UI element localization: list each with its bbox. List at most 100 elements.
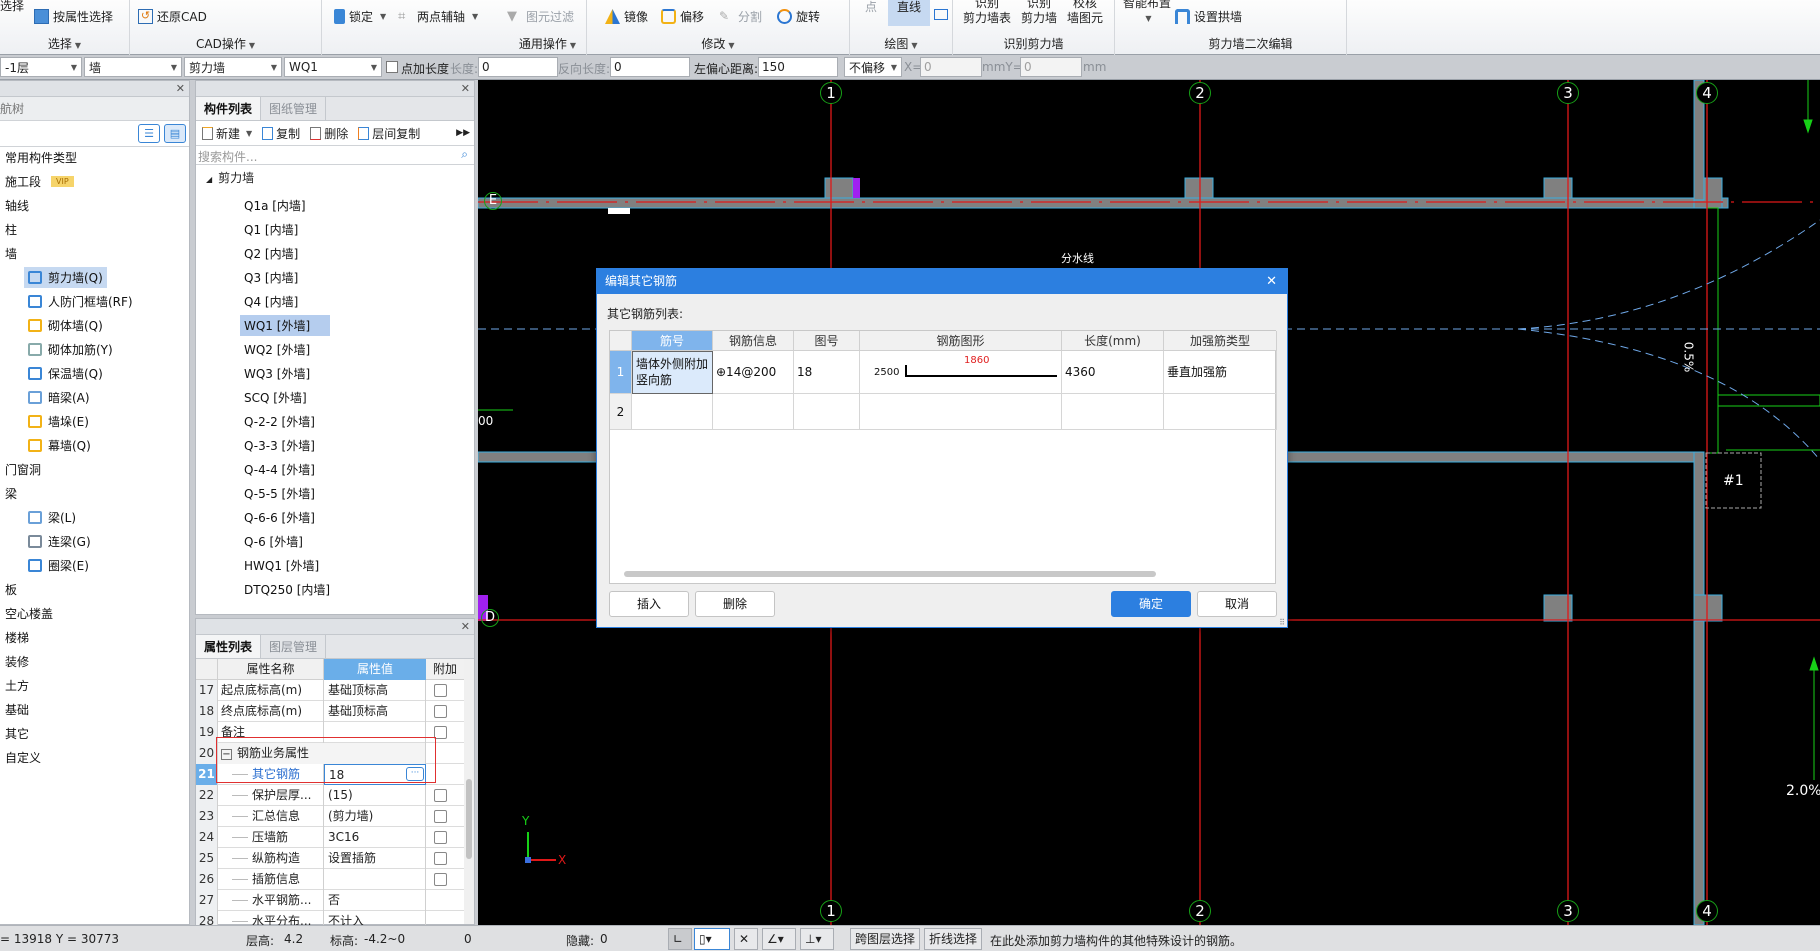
component-item[interactable]: Q1a [内墙] bbox=[240, 195, 310, 216]
restore-cad-button[interactable]: ↺ 还原CAD bbox=[138, 8, 207, 25]
point-button[interactable]: 点 bbox=[854, 0, 888, 15]
rebar-name-cell[interactable]: 墙体外侧附加竖向筋 bbox=[632, 351, 713, 394]
split-button[interactable]: ✎ 分割 bbox=[719, 8, 762, 25]
set-arch-wall-button[interactable]: 设置拱墙 bbox=[1175, 8, 1242, 25]
component-select[interactable]: WQ1 ▼ bbox=[284, 57, 382, 77]
property-scrollbar[interactable] bbox=[464, 659, 474, 924]
extra-checkbox[interactable] bbox=[434, 852, 447, 865]
component-group[interactable]: ◢ 剪力墙 bbox=[206, 169, 254, 186]
tab-drawing-management[interactable]: 图纸管理 bbox=[261, 97, 327, 120]
scrollbar-thumb[interactable] bbox=[466, 779, 472, 859]
shape-no-cell[interactable]: 18 bbox=[794, 351, 860, 394]
nav-item[interactable]: 墙垛(E) bbox=[24, 411, 93, 432]
snap-toggle-icon[interactable]: ▯▾ bbox=[694, 928, 730, 950]
component-item[interactable]: WQ1 [外墙] bbox=[240, 315, 330, 336]
lock-button[interactable]: 锁定 ▼ bbox=[334, 8, 386, 25]
search-icon[interactable]: ⌕ bbox=[461, 147, 468, 162]
floor-select[interactable]: -1层 ▼ bbox=[0, 57, 82, 77]
nav-item[interactable]: 砌体墙(Q) bbox=[24, 315, 107, 336]
nav-item[interactable]: 装修 bbox=[5, 653, 29, 670]
list-view-icon[interactable]: ☰ bbox=[138, 124, 160, 143]
ribbon-group-label[interactable]: 通用操作 ▼ bbox=[322, 35, 586, 52]
mirror-button[interactable]: 镜像 bbox=[605, 8, 648, 25]
component-item[interactable]: SCQ [外墙] bbox=[240, 387, 311, 408]
row-index[interactable]: 1 bbox=[610, 351, 632, 394]
shape-no-cell[interactable] bbox=[794, 394, 860, 430]
cancel-button[interactable]: 取消 bbox=[1197, 591, 1277, 617]
nav-item[interactable]: 轴线 bbox=[5, 197, 29, 214]
reverse-length-input[interactable]: 0 bbox=[610, 57, 690, 77]
component-item[interactable]: Q-3-3 [外墙] bbox=[240, 435, 319, 456]
x-input[interactable]: 0 bbox=[920, 57, 982, 77]
type-cell[interactable]: 垂直加强筋 bbox=[1164, 351, 1277, 394]
extra-checkbox[interactable] bbox=[434, 789, 447, 802]
property-row[interactable]: 25 纵筋构造 设置插筋 bbox=[196, 848, 464, 869]
ribbon-group-label[interactable]: CAD操作 ▼ bbox=[130, 35, 321, 52]
nav-item[interactable]: 人防门框墙(RF) bbox=[24, 291, 137, 312]
nav-item[interactable]: 梁(L) bbox=[24, 507, 80, 528]
floor-copy-button[interactable]: 层间复制 bbox=[358, 125, 420, 142]
two-point-axis-button[interactable]: ⌗ 两点辅轴 ▼ bbox=[398, 8, 478, 25]
property-value[interactable]: 基础顶标高 bbox=[324, 680, 426, 701]
property-value[interactable]: 基础顶标高 bbox=[324, 701, 426, 722]
ok-button[interactable]: 确定 bbox=[1111, 591, 1191, 617]
ribbon-group-label[interactable]: 修改 ▼ bbox=[587, 35, 849, 52]
component-item[interactable]: WQ3 [外墙] bbox=[240, 363, 314, 384]
component-item[interactable]: Q1 [内墙] bbox=[240, 219, 302, 240]
nav-item[interactable]: 楼梯 bbox=[5, 629, 29, 646]
extra-checkbox[interactable] bbox=[434, 831, 447, 844]
delete-row-button[interactable]: 删除 bbox=[695, 591, 775, 617]
category-select[interactable]: 墙 ▼ bbox=[84, 57, 182, 77]
extra-checkbox[interactable] bbox=[434, 810, 447, 823]
property-row[interactable]: 26 插筋信息 bbox=[196, 869, 464, 890]
component-item[interactable]: Q-2-2 [外墙] bbox=[240, 411, 319, 432]
col-header[interactable]: 钢筋信息 bbox=[713, 331, 794, 351]
rebar-shape-cell[interactable] bbox=[860, 394, 1062, 430]
recognize-wall-table-button[interactable]: 识别 剪力墙表 bbox=[963, 0, 1011, 26]
select-by-property-button[interactable]: 按属性选择 bbox=[34, 8, 113, 25]
nav-item[interactable]: 土方 bbox=[5, 677, 29, 694]
component-search[interactable]: 搜索构件... ⌕ bbox=[196, 145, 474, 165]
rotate-button[interactable]: 旋转 bbox=[777, 8, 820, 25]
property-value[interactable]: (剪力墙) bbox=[324, 806, 426, 827]
copy-button[interactable]: 复制 bbox=[262, 125, 300, 142]
component-item[interactable]: Q-6-6 [外墙] bbox=[240, 507, 319, 528]
rebar-info-cell[interactable]: ⊕14@200 bbox=[713, 351, 794, 394]
property-value[interactable]: (15) bbox=[324, 785, 426, 806]
type-cell[interactable] bbox=[1164, 394, 1277, 430]
cross-toggle-icon[interactable]: ✕ bbox=[734, 928, 758, 950]
nav-item[interactable]: 保温墙(Q) bbox=[24, 363, 107, 384]
nav-item[interactable]: 其它 bbox=[5, 725, 29, 742]
property-row[interactable]: 22 保护层厚... (15) bbox=[196, 785, 464, 806]
nav-item[interactable]: 墙 bbox=[5, 245, 17, 262]
left-offset-input[interactable]: 150 bbox=[758, 57, 838, 77]
nav-item[interactable]: 施工段 VIP bbox=[5, 173, 74, 190]
delete-button[interactable]: 删除 bbox=[310, 125, 348, 142]
col-header[interactable]: 钢筋图形 bbox=[860, 331, 1062, 351]
type-select[interactable]: 剪力墙 ▼ bbox=[184, 57, 282, 77]
col-header[interactable]: 图号 bbox=[794, 331, 860, 351]
extra-checkbox[interactable] bbox=[434, 705, 447, 718]
nav-item[interactable]: 圈梁(E) bbox=[24, 555, 93, 576]
rebar-info-cell[interactable] bbox=[713, 394, 794, 430]
smart-layout-button[interactable]: 智能布置 ▼ bbox=[1123, 0, 1171, 26]
component-item[interactable]: Q-4-4 [外墙] bbox=[240, 459, 319, 480]
component-item[interactable]: Q4 [内墙] bbox=[240, 291, 302, 312]
offset-mode-select[interactable]: 不偏移 ▼ bbox=[844, 57, 902, 77]
property-row[interactable]: 24 压墙筋 3C16 bbox=[196, 827, 464, 848]
new-button[interactable]: 新建 ▼ bbox=[202, 125, 252, 142]
nav-item[interactable]: 连梁(G) bbox=[24, 531, 95, 552]
nav-item[interactable]: 门窗洞 bbox=[5, 461, 41, 478]
rectangle-icon[interactable] bbox=[934, 9, 948, 20]
dialog-title-bar[interactable]: 编辑其它钢筋 ✕ bbox=[597, 269, 1287, 294]
panel-view-icon[interactable]: ▤ bbox=[164, 124, 186, 143]
dimension-toggle-icon[interactable]: ⊥▾ bbox=[800, 928, 834, 950]
component-item[interactable]: Q2 [内墙] bbox=[240, 243, 302, 264]
tab-layer-management[interactable]: 图层管理 bbox=[261, 635, 327, 658]
property-row[interactable]: 23 汇总信息 (剪力墙) bbox=[196, 806, 464, 827]
component-item[interactable]: DTQ250 [内墙] bbox=[240, 579, 334, 600]
recognize-wall-button[interactable]: 识别 剪力墙 bbox=[1021, 0, 1057, 26]
property-value[interactable]: 设置插筋 bbox=[324, 848, 426, 869]
resize-grip-icon[interactable]: ⠿ bbox=[1279, 618, 1285, 627]
extra-checkbox[interactable] bbox=[434, 873, 447, 886]
